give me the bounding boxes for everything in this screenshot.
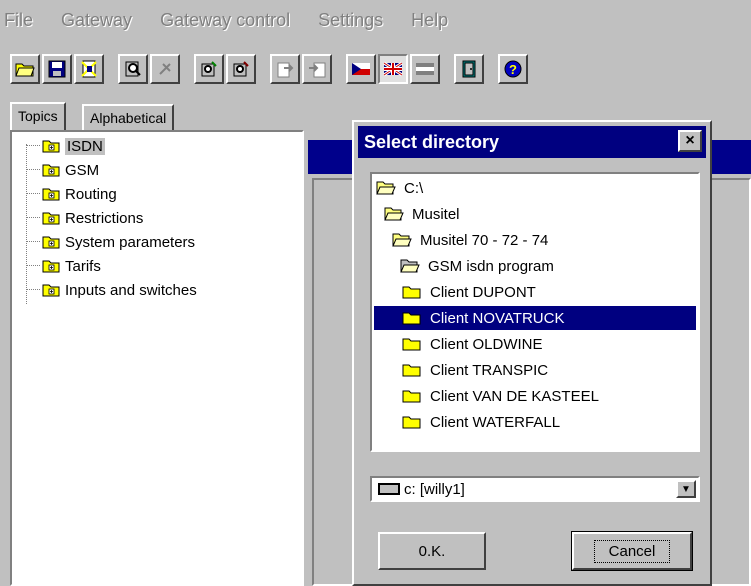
directory-label: Client WATERFALL bbox=[430, 413, 561, 431]
tree-connector bbox=[26, 241, 40, 243]
open-folder-icon[interactable] bbox=[10, 54, 40, 84]
gateway-write-icon[interactable] bbox=[226, 54, 256, 84]
directory-item[interactable]: Client WATERFALL bbox=[402, 410, 564, 434]
menu-file[interactable]: File bbox=[4, 10, 33, 31]
tree-connector bbox=[26, 289, 40, 291]
select-directory-dialog: Select directory × C:\ Musitel Musitel 7… bbox=[352, 120, 712, 586]
import-icon[interactable] bbox=[302, 54, 332, 84]
tree-item-system-parameters[interactable]: System parameters bbox=[26, 231, 195, 253]
ok-button-label: 0.K. bbox=[418, 542, 446, 560]
folder-icon bbox=[402, 312, 421, 325]
tab-topics[interactable]: Topics bbox=[10, 102, 66, 130]
gateway-read-icon[interactable] bbox=[194, 54, 224, 84]
dialog-title: Select directory bbox=[364, 132, 500, 152]
directory-item[interactable]: GSM isdn program bbox=[400, 254, 558, 278]
closed-folder-icon bbox=[42, 164, 60, 177]
tree-item-label: Routing bbox=[65, 185, 117, 203]
directory-list[interactable]: C:\ Musitel Musitel 70 - 72 - 74 GSM isd… bbox=[370, 172, 700, 452]
export-icon[interactable] bbox=[270, 54, 300, 84]
disconnect-icon[interactable] bbox=[150, 54, 180, 84]
tree-item-inputs-and-switches[interactable]: Inputs and switches bbox=[26, 279, 197, 301]
directory-label: Client NOVATRUCK bbox=[430, 309, 565, 327]
directory-label: Client TRANSPIC bbox=[430, 361, 549, 379]
directory-item[interactable]: Client OLDWINE bbox=[402, 332, 547, 356]
close-icon: × bbox=[685, 132, 695, 149]
uk-flag-icon[interactable] bbox=[378, 54, 408, 84]
tree-item-label: GSM bbox=[65, 161, 100, 179]
closed-folder-icon bbox=[42, 188, 60, 201]
help-icon[interactable]: ? bbox=[498, 54, 528, 84]
tree-item-tarifs[interactable]: Tarifs bbox=[26, 255, 101, 277]
folder-icon bbox=[402, 286, 421, 299]
directory-item[interactable]: Musitel 70 - 72 - 74 bbox=[392, 228, 552, 252]
toolbar: ? bbox=[0, 48, 751, 96]
directory-label: Client VAN DE KASTEEL bbox=[430, 387, 599, 405]
directory-item[interactable]: C:\ bbox=[376, 176, 427, 200]
tree-item-label: System parameters bbox=[65, 233, 196, 251]
topics-tree[interactable]: ISDN GSM Routing Restrictions System par… bbox=[10, 130, 304, 586]
hard-drive-icon bbox=[378, 483, 400, 495]
open-folder-icon bbox=[384, 207, 404, 221]
directory-label: GSM isdn program bbox=[428, 257, 554, 275]
folder-icon bbox=[402, 338, 421, 351]
directory-item[interactable]: Client TRANSPIC bbox=[402, 358, 552, 382]
tree-connector bbox=[26, 265, 40, 267]
tree-connector bbox=[26, 145, 40, 147]
menu-bar: File Gateway Gateway control Settings He… bbox=[0, 0, 751, 40]
tree-item-label: Restrictions bbox=[65, 209, 144, 227]
drive-select[interactable]: c: [willy1] ▼ bbox=[370, 476, 700, 502]
directory-item[interactable]: Musitel bbox=[384, 202, 464, 226]
directory-item[interactable]: Client VAN DE KASTEEL bbox=[402, 384, 603, 408]
cancel-button[interactable]: Cancel bbox=[571, 531, 693, 571]
dropdown-arrow-icon[interactable]: ▼ bbox=[676, 480, 696, 498]
svg-text:?: ? bbox=[509, 62, 517, 77]
closed-folder-icon bbox=[42, 236, 60, 249]
blank-flag-icon[interactable] bbox=[410, 54, 440, 84]
directory-label: Client OLDWINE bbox=[430, 335, 543, 353]
directory-label: Musitel 70 - 72 - 74 bbox=[420, 231, 549, 249]
menu-help[interactable]: Help bbox=[411, 10, 448, 31]
folder-icon bbox=[402, 390, 421, 403]
open-folder-icon bbox=[376, 181, 396, 195]
tab-alphabetical-glossary[interactable]: Alphabetical glossary bbox=[82, 104, 175, 150]
tree-item-label: Inputs and switches bbox=[65, 281, 197, 299]
find-icon[interactable] bbox=[118, 54, 148, 84]
open-folder-icon bbox=[400, 259, 420, 273]
closed-folder-icon bbox=[42, 284, 60, 297]
dialog-title-bar[interactable]: Select directory bbox=[358, 126, 706, 158]
drive-value: c: [willy1] bbox=[404, 480, 465, 498]
directory-item-selected[interactable]: Client NOVATRUCK bbox=[374, 306, 696, 330]
tree-item-isdn[interactable]: ISDN bbox=[26, 135, 105, 157]
close-button[interactable]: × bbox=[678, 130, 702, 152]
directory-item[interactable]: Client DUPONT bbox=[402, 280, 540, 304]
directory-label: C:\ bbox=[404, 179, 424, 197]
tree-item-label: ISDN bbox=[65, 137, 105, 155]
open-folder-icon bbox=[392, 233, 412, 247]
menu-settings[interactable]: Settings bbox=[318, 10, 383, 31]
closed-folder-icon bbox=[42, 212, 60, 225]
exit-icon[interactable] bbox=[454, 54, 484, 84]
folder-icon bbox=[402, 364, 421, 377]
folder-icon bbox=[402, 416, 421, 429]
closed-folder-icon bbox=[42, 140, 60, 153]
tree-item-restrictions[interactable]: Restrictions bbox=[26, 207, 143, 229]
tree-connector bbox=[26, 193, 40, 195]
tree-item-gsm[interactable]: GSM bbox=[26, 159, 99, 181]
menu-gateway-control[interactable]: Gateway control bbox=[160, 10, 290, 31]
tree-connector bbox=[26, 217, 40, 219]
directory-label: Musitel bbox=[412, 205, 460, 223]
tree-connector bbox=[26, 169, 40, 171]
czech-flag-icon[interactable] bbox=[346, 54, 376, 84]
tree-item-routing[interactable]: Routing bbox=[26, 183, 117, 205]
cancel-button-label: Cancel bbox=[593, 539, 671, 563]
tree-item-label: Tarifs bbox=[65, 257, 101, 275]
ok-button[interactable]: 0.K. bbox=[378, 532, 486, 570]
save-icon[interactable] bbox=[42, 54, 72, 84]
menu-gateway[interactable]: Gateway bbox=[61, 10, 132, 31]
directory-label: Client DUPONT bbox=[430, 283, 536, 301]
properties-icon[interactable] bbox=[74, 54, 104, 84]
closed-folder-icon bbox=[42, 260, 60, 273]
